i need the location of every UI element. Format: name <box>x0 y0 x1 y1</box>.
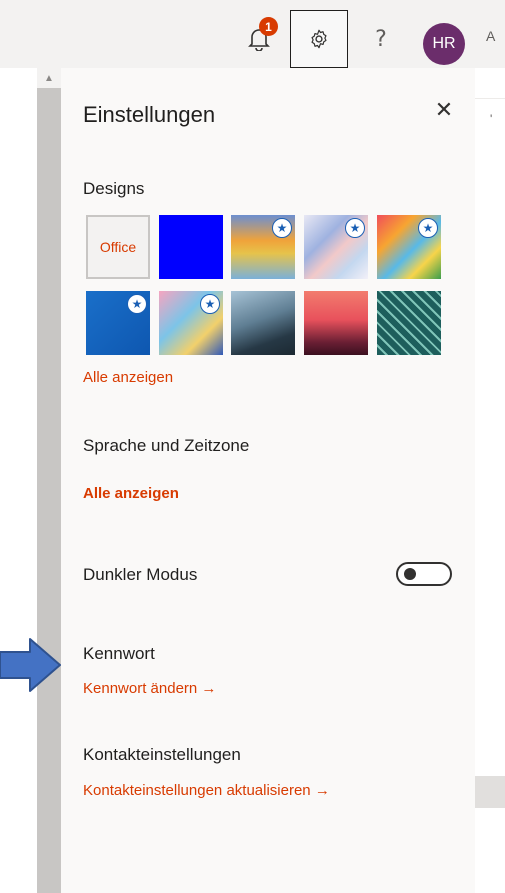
theme-palms[interactable] <box>304 291 368 355</box>
settings-button[interactable] <box>290 10 348 68</box>
help-icon: ? <box>375 26 387 52</box>
notifications-button[interactable] <box>230 10 288 68</box>
scroll-up-button[interactable]: ▲ <box>37 68 61 88</box>
theme-office-label: Office <box>99 239 137 255</box>
designs-show-all-link[interactable]: Alle anzeigen <box>83 369 173 386</box>
panel-title: Einstellungen <box>83 102 216 127</box>
theme-pastel-waves[interactable]: ★ <box>304 215 368 279</box>
background-mark: ' <box>490 112 493 126</box>
divider <box>475 98 505 99</box>
pointer-arrow-icon <box>0 638 61 692</box>
scrollbar[interactable] <box>37 68 61 893</box>
background-page-strip: ' <box>475 68 505 893</box>
star-icon: ★ <box>200 294 220 314</box>
theme-pixels[interactable]: ★ <box>159 291 223 355</box>
language-show-all-link[interactable]: Alle anzeigen <box>83 485 179 502</box>
toggle-knob <box>404 568 416 580</box>
dark-mode-heading: Dunkler Modus <box>83 565 198 584</box>
dark-mode-toggle[interactable] <box>396 562 452 586</box>
help-button[interactable]: ? <box>352 10 410 68</box>
settings-panel: Einstellungen ✕ Designs Office ★ ★ ★ ★ ★… <box>61 68 475 893</box>
avatar[interactable]: HR <box>423 23 465 65</box>
language-heading: Sprache und Zeitzone <box>83 436 250 455</box>
designs-heading: Designs <box>83 179 145 198</box>
header-edge-text: A <box>486 28 496 44</box>
contacts-heading: Kontakteinstellungen <box>83 745 241 764</box>
theme-illustration[interactable]: ★ <box>377 215 441 279</box>
theme-sunset-stripes[interactable]: ★ <box>231 215 295 279</box>
avatar-initials: HR <box>432 35 456 52</box>
theme-circuit[interactable] <box>377 291 441 355</box>
theme-blueprint[interactable]: ★ <box>86 291 150 355</box>
left-gutter <box>0 68 37 893</box>
theme-blue[interactable] <box>159 215 223 279</box>
chevron-up-icon: ▲ <box>44 72 54 84</box>
close-button[interactable]: ✕ <box>430 96 458 124</box>
change-password-link[interactable]: Kennwort ändern → <box>83 680 216 697</box>
background-block <box>475 776 505 808</box>
password-heading: Kennwort <box>83 644 155 663</box>
update-contacts-link[interactable]: Kontakteinstellungen aktualisieren → <box>83 782 330 799</box>
theme-office[interactable]: Office <box>86 215 150 279</box>
star-icon: ★ <box>272 218 292 238</box>
theme-mountain[interactable] <box>231 291 295 355</box>
star-icon: ★ <box>345 218 365 238</box>
star-icon: ★ <box>418 218 438 238</box>
gear-icon <box>311 29 327 49</box>
star-icon: ★ <box>127 294 147 314</box>
close-icon: ✕ <box>434 97 454 123</box>
notification-badge: 1 <box>259 17 278 36</box>
